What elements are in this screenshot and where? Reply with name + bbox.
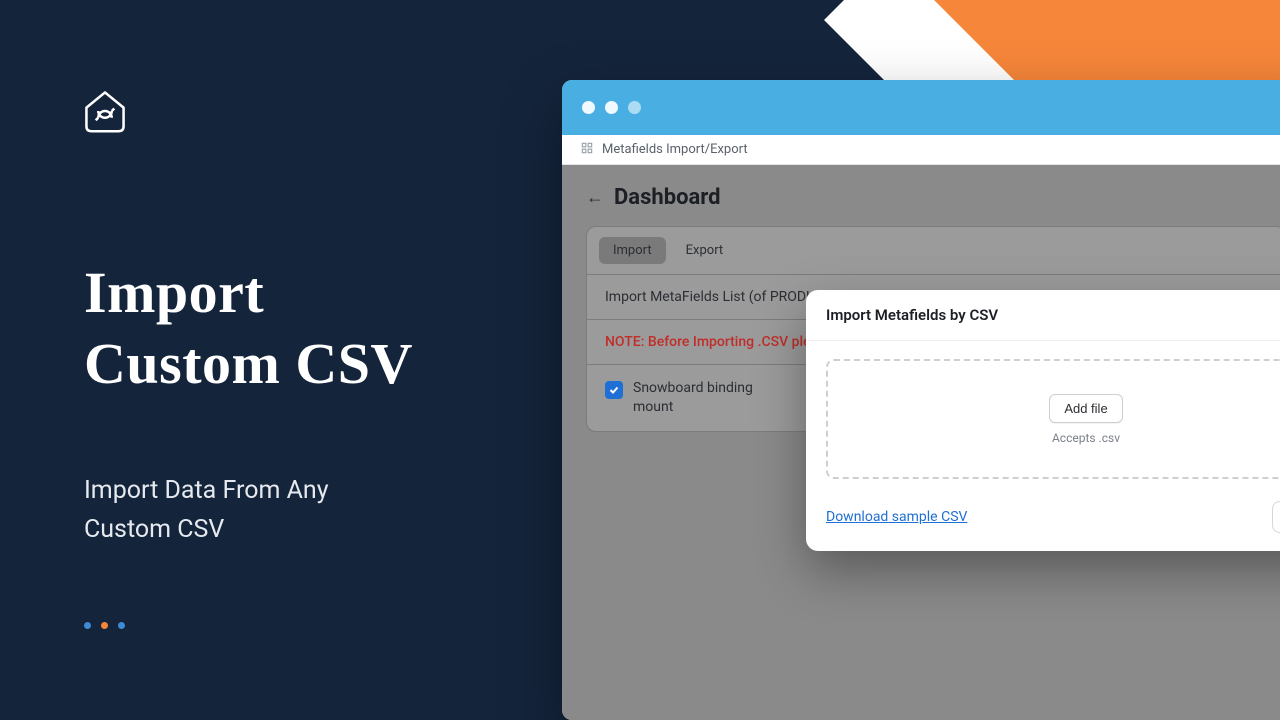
modal-body: Add file Accepts .csv: [806, 341, 1280, 487]
dot-2: [101, 622, 108, 629]
file-dropzone[interactable]: Add file Accepts .csv: [826, 359, 1280, 479]
headline-line-1: Import: [84, 258, 413, 329]
modal-footer: Download sample CSV Cancel: [806, 487, 1280, 551]
pagination-dots: [84, 622, 125, 629]
subline-line-2: Custom CSV: [84, 511, 329, 550]
dot-1: [84, 622, 91, 629]
cancel-button[interactable]: Cancel: [1272, 501, 1280, 533]
headline-line-2: Custom CSV: [84, 329, 413, 400]
modal-title: Import Metafields by CSV: [806, 290, 1280, 341]
app-icon: [580, 141, 594, 159]
download-sample-link[interactable]: Download sample CSV: [826, 509, 967, 525]
window-dot-close[interactable]: [582, 101, 595, 114]
window-dot-max[interactable]: [628, 101, 641, 114]
window-dot-min[interactable]: [605, 101, 618, 114]
accepts-hint: Accepts .csv: [1052, 431, 1120, 445]
subline-line-1: Import Data From Any: [84, 472, 329, 511]
breadcrumb-title: Metafields Import/Export: [602, 142, 748, 157]
app-logo-icon: [78, 84, 132, 138]
marketing-headline: Import Custom CSV: [84, 258, 413, 400]
app-breadcrumb-bar: Metafields Import/Export: [562, 135, 1280, 165]
browser-window: Metafields Import/Export ← Dashboard Imp…: [562, 80, 1280, 720]
add-file-button[interactable]: Add file: [1049, 394, 1122, 423]
window-titlebar: [562, 80, 1280, 135]
marketing-subline: Import Data From Any Custom CSV: [84, 472, 329, 550]
import-csv-modal: Import Metafields by CSV Add file Accept…: [806, 290, 1280, 551]
dot-3: [118, 622, 125, 629]
